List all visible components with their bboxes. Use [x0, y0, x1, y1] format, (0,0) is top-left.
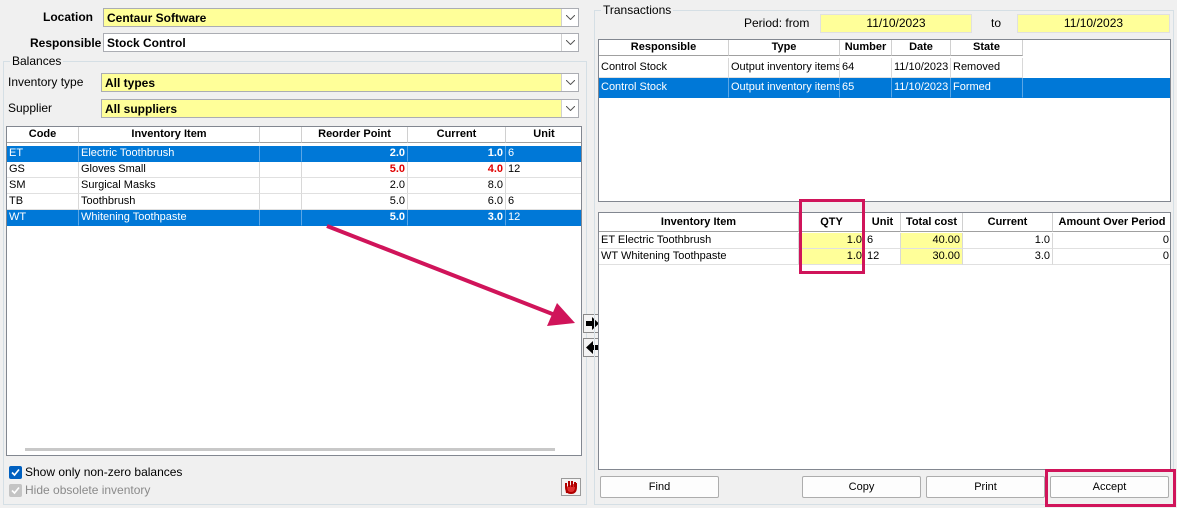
annotation-arrow-icon: [326, 224, 575, 326]
